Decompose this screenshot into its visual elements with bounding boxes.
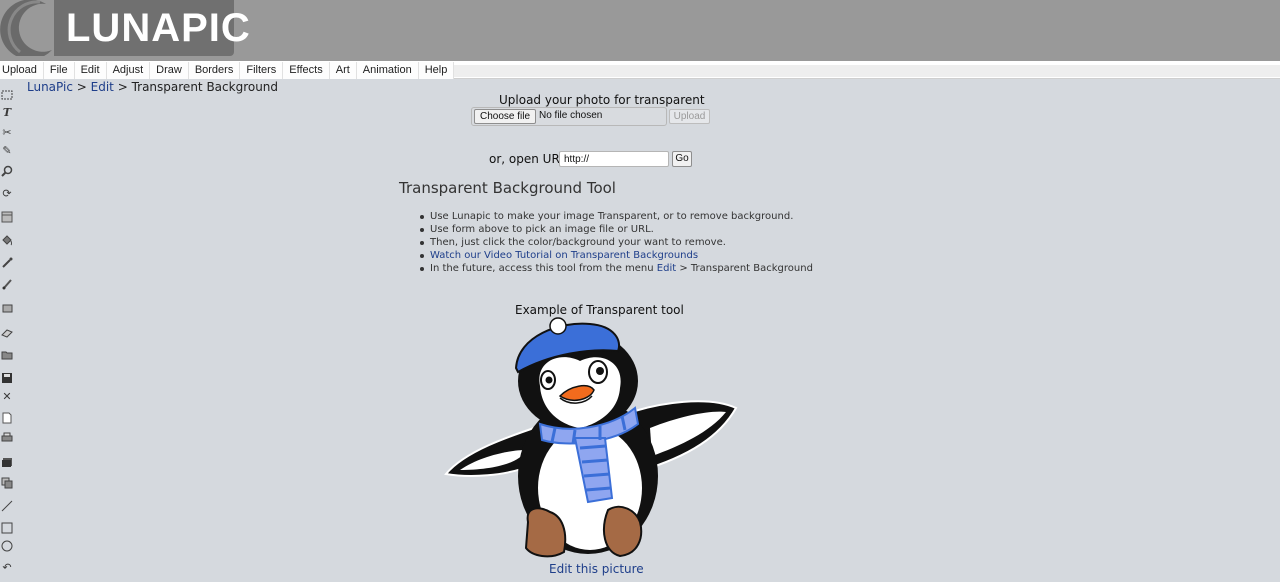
menu-edit-link[interactable]: Edit (657, 263, 676, 274)
moon-logo-icon (0, 0, 52, 56)
upload-button[interactable]: Upload (669, 109, 710, 124)
pencil-icon[interactable]: ✎ (0, 144, 14, 158)
list-item: Use Lunapic to make your image Transpare… (420, 210, 813, 223)
layers-icon[interactable] (0, 210, 14, 224)
menu-art[interactable]: Art (329, 62, 357, 79)
menu-draw[interactable]: Draw (150, 62, 189, 79)
scissors-icon[interactable]: ✂ (0, 126, 14, 140)
menu-filters[interactable]: Filters (240, 62, 284, 79)
rotate-icon[interactable]: ⟳ (0, 187, 14, 201)
undo-icon[interactable]: ↶ (0, 561, 14, 575)
example-title: Example of Transparent tool (515, 303, 684, 317)
page-title: Transparent Background Tool (399, 179, 616, 197)
eyedropper-icon[interactable] (0, 256, 14, 270)
breadcrumb-edit-link[interactable]: Edit (91, 80, 114, 94)
rectangle-icon[interactable] (0, 521, 14, 535)
menu-upload[interactable]: Upload (0, 62, 44, 79)
copy-icon[interactable] (0, 476, 14, 490)
print-icon[interactable] (0, 431, 14, 445)
select-icon[interactable] (0, 88, 14, 102)
list-item: Then, just click the color/background yo… (420, 236, 813, 249)
lunapic-logo[interactable]: LUNAPIC (0, 0, 250, 56)
crop-icon[interactable] (0, 301, 14, 315)
upload-title: Upload your photo for transparent (499, 93, 705, 107)
menu-edit[interactable]: Edit (74, 62, 107, 79)
main-menu: Upload File Edit Adjust Draw Borders Fil… (0, 62, 455, 79)
instructions-list: Use Lunapic to make your image Transpare… (420, 210, 813, 275)
edit-picture-link[interactable]: Edit this picture (549, 562, 644, 576)
url-label: or, open URL (489, 152, 567, 166)
paint-bucket-icon[interactable] (0, 233, 14, 247)
menu-animation[interactable]: Animation (356, 62, 419, 79)
breadcrumb-separator: > (113, 80, 132, 94)
menu-help[interactable]: Help (418, 62, 455, 79)
list-item: In the future, access this tool from the… (420, 262, 813, 275)
logo-text: LUNAPIC (66, 6, 251, 50)
list-item: Watch our Video Tutorial on Transparent … (420, 249, 813, 262)
menu-borders[interactable]: Borders (188, 62, 241, 79)
eraser-icon[interactable] (0, 326, 14, 340)
menu-adjust[interactable]: Adjust (106, 62, 151, 79)
circle-icon[interactable] (0, 539, 14, 553)
list-item: Use form above to pick an image file or … (420, 223, 813, 236)
breadcrumb-current: Transparent Background (131, 80, 279, 94)
menu-hint-text: In the future, access this tool from the… (430, 263, 657, 274)
header-bar: LUNAPIC (0, 0, 1280, 61)
save-icon[interactable] (0, 371, 14, 385)
go-button[interactable]: Go (672, 151, 692, 167)
video-tutorial-link[interactable]: Watch our Video Tutorial on Transparent … (430, 250, 698, 261)
menu-hint-suffix: > Transparent Background (676, 263, 813, 274)
zoom-icon[interactable] (0, 164, 14, 178)
menu-bar-fill (437, 65, 1280, 77)
close-icon[interactable]: ✕ (0, 390, 14, 404)
penguin-example-image[interactable] (440, 316, 740, 564)
url-input[interactable] (559, 151, 669, 167)
breadcrumb-home-link[interactable]: LunaPic (27, 80, 73, 94)
line-icon[interactable] (0, 499, 14, 513)
breadcrumb: LunaPic > Edit > Transparent Background (27, 79, 278, 95)
open-folder-icon[interactable] (0, 348, 14, 362)
brush-icon[interactable] (0, 277, 14, 291)
text-icon[interactable]: T (0, 106, 14, 120)
choose-file-button[interactable]: Choose file (474, 109, 536, 124)
breadcrumb-separator: > (72, 80, 91, 94)
new-document-icon[interactable] (0, 411, 14, 425)
stack-icon[interactable] (0, 455, 14, 469)
menu-file[interactable]: File (43, 62, 75, 79)
menu-effects[interactable]: Effects (283, 62, 330, 79)
file-status: No file chosen (539, 110, 603, 121)
